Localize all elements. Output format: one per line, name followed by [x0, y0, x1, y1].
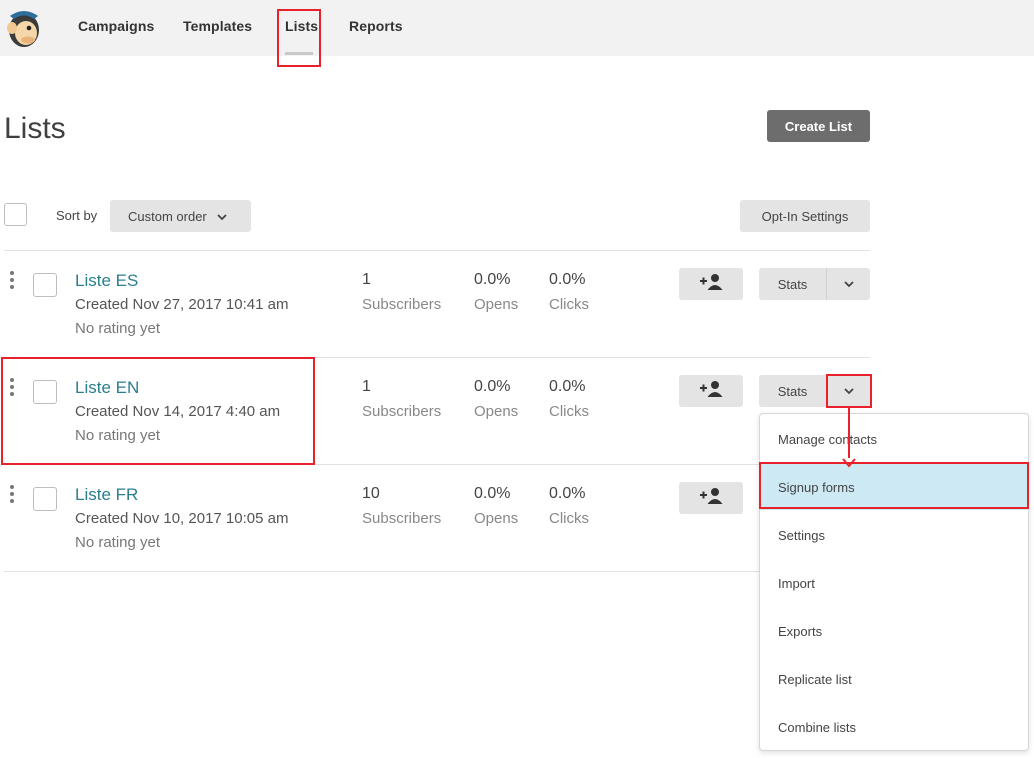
sort-by-label: Sort by	[56, 208, 98, 223]
menu-item-manage-contacts[interactable]: Manage contacts	[760, 416, 1028, 462]
clicks-rate: 0.0%	[549, 378, 586, 395]
create-list-button[interactable]: Create List	[767, 110, 870, 142]
menu-item-signup-forms[interactable]: Signup forms	[760, 464, 1028, 510]
opens-rate: 0.0%	[474, 485, 511, 502]
list-row: Liste EN Created Nov 14, 2017 4:40 am No…	[0, 358, 870, 465]
select-all-checkbox[interactable]	[4, 203, 27, 226]
row-actions-dropdown[interactable]	[827, 268, 870, 300]
row-checkbox[interactable]	[33, 380, 57, 404]
list-rating: No rating yet	[75, 427, 161, 444]
nav-campaigns[interactable]: Campaigns	[78, 18, 154, 34]
clicks-rate: 0.0%	[549, 485, 586, 502]
list-name-link[interactable]: Liste ES	[75, 271, 138, 291]
nav-templates[interactable]: Templates	[183, 18, 252, 34]
nav-active-indicator	[285, 52, 313, 55]
top-navigation: Campaigns Templates Lists Reports	[0, 0, 1034, 56]
opens-rate: 0.0%	[474, 378, 511, 395]
annotation-arrow-line	[848, 408, 850, 458]
row-checkbox[interactable]	[33, 273, 57, 297]
add-contact-button[interactable]	[679, 268, 743, 300]
list-actions-menu: Manage contacts Signup forms Settings Im…	[759, 413, 1029, 751]
add-contact-button[interactable]	[679, 375, 743, 407]
clicks-label: Clicks	[549, 296, 589, 313]
add-contact-button[interactable]	[679, 482, 743, 514]
menu-item-settings[interactable]: Settings	[760, 512, 1028, 558]
opens-rate: 0.0%	[474, 271, 511, 288]
subscribers-count: 1	[362, 378, 371, 395]
row-actions-dropdown[interactable]	[827, 375, 870, 407]
divider	[4, 571, 870, 572]
sort-dropdown[interactable]: Custom order	[110, 200, 251, 232]
mailchimp-logo-icon[interactable]	[4, 6, 44, 50]
menu-item-import[interactable]: Import	[760, 560, 1028, 606]
chevron-down-icon	[217, 209, 227, 224]
clicks-label: Clicks	[549, 510, 589, 527]
list-name-link[interactable]: Liste FR	[75, 485, 138, 505]
row-checkbox[interactable]	[33, 487, 57, 511]
list-rating: No rating yet	[75, 320, 161, 337]
subscribers-label: Subscribers	[362, 510, 442, 527]
page-title: Lists	[4, 112, 66, 145]
list-name-link[interactable]: Liste EN	[75, 378, 139, 398]
nav-lists[interactable]: Lists	[285, 18, 318, 34]
drag-handle-icon[interactable]	[10, 485, 15, 507]
list-created-date: Created Nov 10, 2017 10:05 am	[75, 510, 289, 527]
menu-item-combine-lists[interactable]: Combine lists	[760, 704, 1028, 750]
nav-reports[interactable]: Reports	[349, 18, 403, 34]
subscribers-label: Subscribers	[362, 296, 442, 313]
list-row: Liste FR Created Nov 10, 2017 10:05 am N…	[0, 465, 870, 572]
chevron-down-icon	[843, 275, 854, 293]
sort-value: Custom order	[128, 208, 207, 224]
opens-label: Opens	[474, 510, 519, 527]
subscribers-count: 10	[362, 485, 380, 502]
drag-handle-icon[interactable]	[10, 271, 15, 293]
opens-label: Opens	[474, 296, 519, 313]
list-rating: No rating yet	[75, 534, 161, 551]
opens-label: Opens	[474, 403, 519, 420]
menu-item-exports[interactable]: Exports	[760, 608, 1028, 654]
annotation-arrow-head-icon	[842, 455, 856, 468]
stats-button[interactable]: Stats	[759, 268, 827, 300]
clicks-rate: 0.0%	[549, 271, 586, 288]
stats-button[interactable]: Stats	[759, 375, 827, 407]
list-created-date: Created Nov 14, 2017 4:40 am	[75, 403, 281, 420]
add-user-icon	[698, 273, 724, 296]
list-row: Liste ES Created Nov 27, 2017 10:41 am N…	[0, 251, 870, 358]
add-user-icon	[698, 487, 724, 510]
chevron-down-icon	[843, 382, 854, 400]
subscribers-label: Subscribers	[362, 403, 442, 420]
menu-item-replicate-list[interactable]: Replicate list	[760, 656, 1028, 702]
drag-handle-icon[interactable]	[10, 378, 15, 400]
add-user-icon	[698, 380, 724, 403]
subscribers-count: 1	[362, 271, 371, 288]
list-created-date: Created Nov 27, 2017 10:41 am	[75, 296, 289, 313]
opt-in-settings-button[interactable]: Opt-In Settings	[740, 200, 870, 232]
clicks-label: Clicks	[549, 403, 589, 420]
